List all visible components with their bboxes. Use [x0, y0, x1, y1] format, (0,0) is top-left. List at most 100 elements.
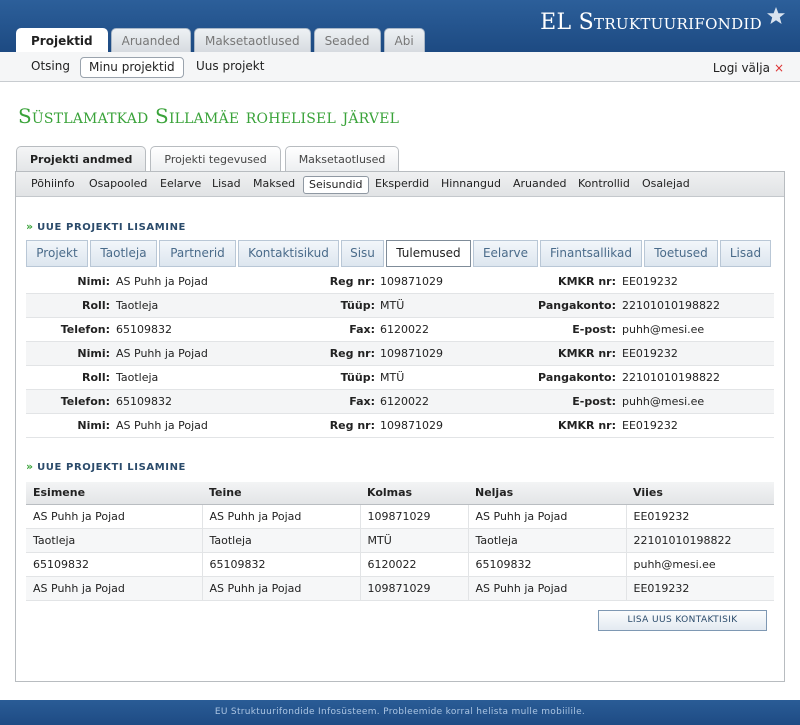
formtab-eelarve[interactable]: Eelarve: [473, 240, 538, 267]
field-value: Taotleja: [116, 299, 159, 312]
field-value: 109871029: [380, 419, 443, 432]
close-icon: ×: [773, 61, 784, 75]
tab-seaded[interactable]: Seaded: [313, 28, 381, 52]
subtab-osapooled[interactable]: Osapooled: [84, 176, 152, 194]
table-cell: puhh@mesi.ee: [626, 552, 774, 577]
field-label: Telefon:: [60, 323, 110, 336]
section-title-text: UUE PROJEKTI LISAMINE: [37, 462, 186, 473]
table-cell: 65109832: [26, 552, 203, 577]
add-contact-button[interactable]: LISA UUS KONTAKTISIK: [598, 610, 767, 631]
table-row[interactable]: AS Puhh ja Pojad AS Puhh ja Pojad 10987102…: [26, 576, 774, 601]
table-cell: 6120022: [360, 552, 469, 577]
field-label: KMKR nr:: [558, 419, 616, 432]
column-header[interactable]: Esimene: [26, 482, 202, 505]
subtab-maksed[interactable]: Maksed: [248, 176, 300, 194]
column-header[interactable]: Kolmas: [360, 482, 468, 505]
tab-maksetaotlused-panel[interactable]: Maksetaotlused: [284, 146, 400, 172]
detail-row: Roll: Taotleja Tüüp: MTÜ Pangakonto: 22101010…: [26, 294, 774, 318]
subtab-aruanded[interactable]: Aruanded: [508, 176, 571, 194]
section-title-1: ›› UUE PROJEKTI LISAMINE: [26, 220, 186, 233]
table-cell: AS Puhh ja Pojad: [202, 576, 361, 601]
tab-aruanded[interactable]: Aruanded: [110, 28, 191, 52]
subtab-seisundid[interactable]: Seisundid: [303, 176, 369, 194]
star-icon: [767, 7, 785, 24]
subtab-eksperdid[interactable]: Eksperdid: [370, 176, 434, 194]
tab-projekti-andmed[interactable]: Projekti andmed: [16, 146, 147, 172]
formtab-taotleja[interactable]: Taotleja: [90, 240, 157, 267]
field-label: Nimi:: [77, 347, 110, 360]
table-body: AS Puhh ja Pojad AS Puhh ja Pojad 10987102…: [26, 504, 774, 601]
field-value: EE019232: [622, 275, 678, 288]
subtab-osalejad[interactable]: Osalejad: [637, 176, 695, 194]
detail-list: Nimi: AS Puhh ja Pojad Reg nr: 109871029 KMK…: [26, 270, 774, 438]
subtab-pohiinfo[interactable]: Põhiinfo: [26, 176, 80, 194]
column-header[interactable]: Teine: [202, 482, 360, 505]
field-label: Tüüp:: [340, 299, 375, 312]
detail-row: Telefon: 65109832 Fax: 6120022 E-post: puhh@m…: [26, 390, 774, 414]
field-label: Reg nr:: [329, 419, 375, 432]
tab-projektid[interactable]: Projektid: [16, 28, 108, 53]
footer: EU Struktuurifondide Infosüsteem. Proble…: [0, 700, 800, 725]
formtab-tulemused[interactable]: Tulemused: [386, 240, 471, 267]
field-value: 65109832: [116, 323, 172, 336]
logout-label: Logi välja: [712, 61, 770, 75]
form-tabs: Projekt Taotleja Partnerid Kontaktisikud…: [26, 240, 774, 268]
field-label: E-post:: [572, 323, 616, 336]
tab-maksetaotlused[interactable]: Maksetaotlused: [193, 28, 311, 52]
formtab-sisu[interactable]: Sisu: [341, 240, 384, 267]
field-value: EE019232: [622, 347, 678, 360]
field-value: MTÜ: [380, 299, 405, 312]
field-value: AS Puhh ja Pojad: [116, 419, 208, 432]
field-value: AS Puhh ja Pojad: [116, 275, 208, 288]
table-cell: AS Puhh ja Pojad: [202, 504, 361, 529]
table-cell: EE019232: [626, 504, 774, 529]
table-row[interactable]: Taotleja Taotleja MTÜ Taotleja 2210101019882…: [26, 528, 774, 553]
tab-abi[interactable]: Abi: [383, 28, 425, 52]
subtab-eelarve[interactable]: Eelarve: [155, 176, 206, 194]
subtab-hinnangud[interactable]: Hinnangud: [436, 176, 506, 194]
app-header: Projektid Aruanded Maksetaotlused Seaded…: [0, 0, 800, 53]
field-label: KMKR nr:: [558, 275, 616, 288]
detail-row: Roll: Taotleja Tüüp: MTÜ Pangakonto: 22101010…: [26, 366, 774, 390]
field-label: Reg nr:: [329, 275, 375, 288]
field-value: 6120022: [380, 323, 429, 336]
detail-row: Nimi: AS Puhh ja Pojad Reg nr: 109871029 KMK…: [26, 342, 774, 366]
formtab-lisad[interactable]: Lisad: [720, 240, 771, 267]
table-cell: AS Puhh ja Pojad: [26, 504, 203, 529]
formtab-kontaktisikud[interactable]: Kontaktisikud: [238, 240, 339, 267]
column-header[interactable]: Neljas: [468, 482, 626, 505]
page-title: Süstlamatkad Sillamäe rohelisel järvel: [18, 104, 400, 128]
field-label: Pangakonto:: [538, 299, 616, 312]
table-cell: Taotleja: [26, 528, 203, 553]
column-header[interactable]: Viies: [626, 482, 774, 505]
brand-logo-text: EL Struktuurifondid: [540, 10, 762, 35]
subnav-minu-projektid[interactable]: Minu projektid: [80, 57, 184, 78]
subtab-kontrollid[interactable]: Kontrollid: [573, 176, 635, 194]
table-row[interactable]: AS Puhh ja Pojad AS Puhh ja Pojad 10987102…: [26, 504, 774, 529]
field-value: puhh@mesi.ee: [622, 323, 705, 336]
field-value: EE019232: [622, 419, 678, 432]
subtab-lisad[interactable]: Lisad: [207, 176, 246, 194]
field-value: 6120022: [380, 395, 429, 408]
logout-link[interactable]: Logi välja ×: [713, 61, 784, 75]
field-value: AS Puhh ja Pojad: [116, 347, 208, 360]
double-chevron-icon: ››: [26, 220, 33, 233]
table-cell: Taotleja: [468, 528, 627, 553]
formtab-projekt[interactable]: Projekt: [26, 240, 88, 267]
field-label: Reg nr:: [329, 347, 375, 360]
subnav-uus-projekt[interactable]: Uus projekt: [188, 57, 272, 78]
subnav-otsing[interactable]: Otsing: [23, 57, 78, 78]
field-value: 109871029: [380, 347, 443, 360]
table-cell: EE019232: [626, 576, 774, 601]
formtab-finantsallikad[interactable]: Finantsallikad: [540, 240, 642, 267]
table-cell: AS Puhh ja Pojad: [468, 504, 627, 529]
formtab-toetused[interactable]: Toetused: [644, 240, 718, 267]
table-row[interactable]: 65109832 65109832 6120022 65109832 puhh@mesi…: [26, 552, 774, 577]
field-value: 22101010198822: [622, 299, 720, 312]
formtab-partnerid[interactable]: Partnerid: [159, 240, 236, 267]
table-cell: 65109832: [202, 552, 361, 577]
tab-projekti-tegevused[interactable]: Projekti tegevused: [150, 146, 281, 172]
field-label: Telefon:: [60, 395, 110, 408]
section-title-text: UUE PROJEKTI LISAMINE: [37, 222, 186, 233]
field-label: KMKR nr:: [558, 347, 616, 360]
